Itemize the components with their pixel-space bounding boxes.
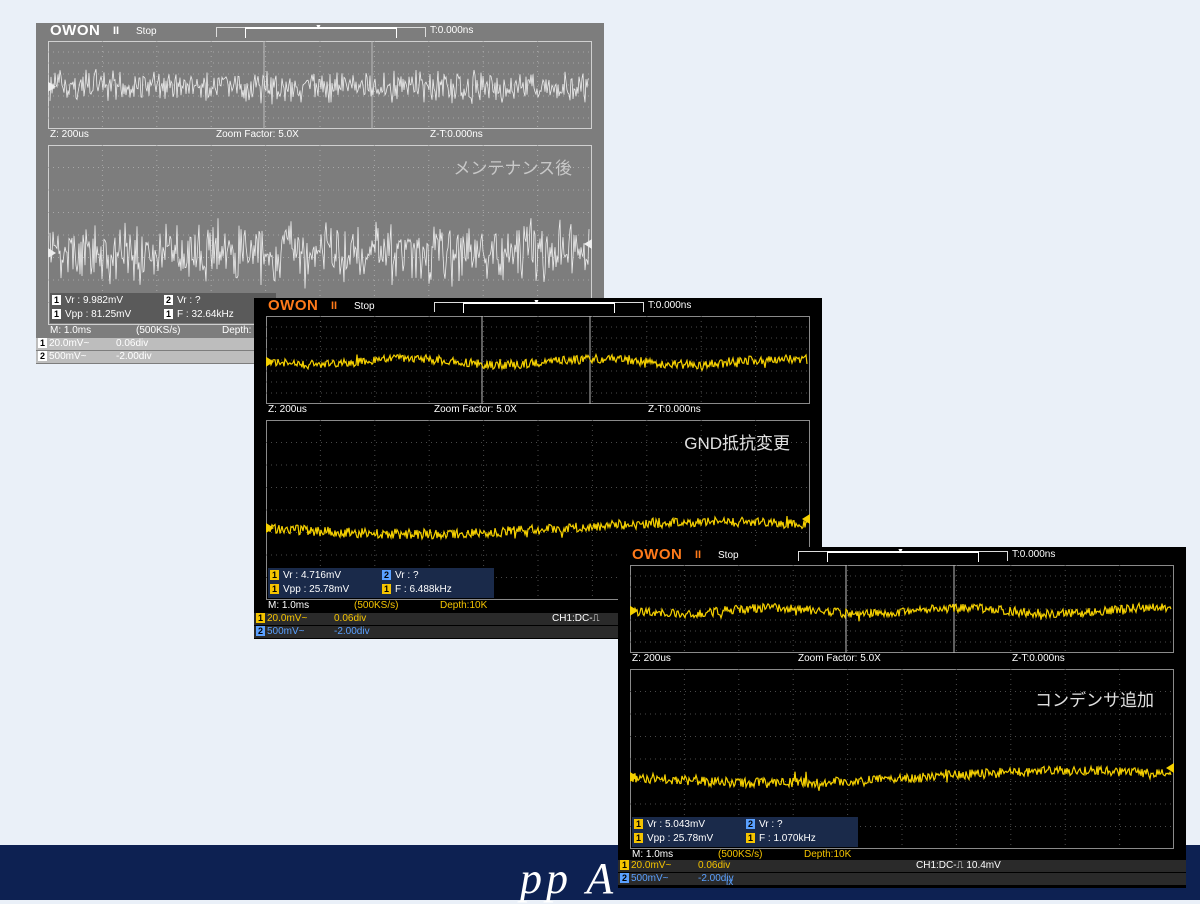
trigger-level-marker-icon [584,239,592,249]
ch1-waveform-trace [49,218,590,289]
pause-icon: II [113,25,120,37]
run-status: Stop [718,550,739,561]
main-timebase: M: 1.0ms [50,325,92,336]
measurement-panel: 1 Vr : 4.716mV 2 Vr : ? 1 Vpp : 25.78mV 1F … [268,568,494,598]
measurement-panel: 1 Vr : 9.982mV 2 Vr : ? 1 Vpp : 81.25mV 1F … [50,293,276,323]
owon-logo: OWON [632,547,683,563]
main-timebase: M: 1.0ms [268,600,310,611]
trigger-marker-icon: ▼ [315,24,322,31]
run-status: Stop [136,26,157,37]
ch1-status-row: 1 20.0mV~ 0.06div CH1:DC-⎍ 10.4mV [618,860,1186,872]
measure-vpp-ch1: 1 Vpp : 81.25mV [52,309,132,320]
main-waveform-pane [630,565,1174,653]
ch2-badge: 2 [38,351,47,361]
owon-logo: OWON [268,298,319,314]
measure-vr-ch1: 1 Vr : 4.716mV [270,570,341,581]
ch1-badge: 1 [38,338,47,348]
trigger-marker-icon: ▼ [897,548,904,555]
banner-text: pp A [520,854,618,903]
memory-depth: Depth: [222,325,252,336]
zoom-trigger-time: Z-T:0.000ns [648,404,701,415]
measure-freq-ch1: 1F : 6.488kHz [382,584,452,595]
main-timebase: M: 1.0ms [632,849,674,860]
zoom-info-line: Z: 200us Zoom Factor: 5.0X Z-T:0.000ns [632,653,1172,667]
ch1-offset: 0.06div [116,338,149,349]
memory-position-bar: ▼ [434,299,644,313]
ch1-level-marker-icon [630,605,638,616]
measure-vr-ch1: 1 Vr : 9.982mV [52,295,123,306]
pause-icon: II [695,549,702,561]
zoom-timebase: Z: 200us [268,404,307,415]
zoom-factor: Zoom Factor: 5.0X [434,404,517,415]
annotation-label: GND抵抗変更 [684,434,790,453]
zoom-factor: Zoom Factor: 5.0X [798,653,881,664]
zoom-info-line: Z: 200us Zoom Factor: 5.0X Z-T:0.000ns [268,404,808,418]
zoom-info-line: Z: 200us Zoom Factor: 5.0X Z-T:0.000ns [50,129,590,143]
trigger-time: T:0.000ns [1012,549,1056,560]
measure-vpp-ch1: 1 Vpp : 25.78mV [270,584,350,595]
main-waveform-pane [48,41,592,129]
ch2-scale: 500mV~ [631,873,669,884]
annotation-label: メンテナンス後 [453,159,572,178]
ch1-scale: 20.0mV~ [631,860,672,871]
run-status: Stop [354,301,375,312]
measure-vr-ch1: 1 Vr : 5.043mV [634,819,705,830]
scope-topbar: OWON II Stop ▼ T:0.000ns [618,547,1186,565]
owon-logo: OWON [50,23,101,39]
ch2-badge: 2 [256,626,265,636]
measure-vpp-ch1: 1 Vpp : 25.78mV [634,833,714,844]
scope-topbar: OWON II Stop ▼ T:0.000ns [36,23,604,41]
ch1-level-marker-icon [266,356,274,367]
main-waveform-pane [266,316,810,404]
ch2-offset: -2.00div [116,351,152,362]
ch1-badge: 1 [620,860,629,870]
ch2-scale: 500mV~ [49,351,87,362]
zoom-trigger-time: Z-T:0.000ns [430,129,483,140]
zoom-factor: Zoom Factor: 5.0X [216,129,299,140]
measure-freq-ch1: 1F : 1.070kHz [746,833,816,844]
trigger-time: T:0.000ns [648,300,692,311]
ch1-scale: 20.0mV~ [267,613,308,624]
ch1-scale: 20.0mV~ [49,338,90,349]
memory-position-bar: ▼ [798,548,1008,562]
ch2-badge: 2 [620,873,629,883]
oscilloscope-screenshot-capacitor-added: OWON II Stop ▼ T:0.000ns Z: 200us Zoom F… [618,547,1186,888]
ch1-offset: 0.06div [698,860,731,871]
trigger-time: T:0.000ns [430,25,474,36]
trigger-setting: CH1:DC-⎍ [552,613,600,624]
zoom-timebase: Z: 200us [632,653,671,664]
ch2-scale: 500mV~ [267,626,305,637]
zoom-timebase: Z: 200us [50,129,89,140]
scope-topbar: OWON II Stop ▼ T:0.000ns [254,298,822,316]
memory-depth: Depth:10K [804,849,852,860]
ch2-extra: ix [726,877,734,888]
trigger-marker-icon: ▼ [533,299,540,306]
annotation-label: コンデンサ追加 [1035,691,1154,710]
pane-border [48,41,592,129]
measurement-panel: 1 Vr : 5.043mV 2 Vr : ? 1 Vpp : 25.78mV 1F … [632,817,858,847]
ch2-status-row: 2 500mV~ -2.00div ix [618,873,1186,888]
ch1-waveform-trace [631,601,1172,622]
measure-vr-ch2: 2 Vr : ? [746,819,783,830]
ch1-offset: 0.06div [334,613,367,624]
sample-rate: (500KS/s) [136,325,181,336]
sample-rate: (500KS/s) [354,600,399,611]
measure-freq-ch1: 1F : 32.64kHz [164,309,234,320]
ch2-offset: -2.00div [334,626,370,637]
measure-vr-ch2: 2 Vr : ? [164,295,201,306]
memory-depth: Depth:10K [440,600,488,611]
memory-position-bar: ▼ [216,24,426,38]
ch1-badge: 1 [256,613,265,623]
zoom-trigger-time: Z-T:0.000ns [1012,653,1065,664]
pause-icon: II [331,300,338,312]
measure-vr-ch2: 2 Vr : ? [382,570,419,581]
trigger-setting: CH1:DC-⎍ 10.4mV [916,860,1001,871]
sample-rate: (500KS/s) [718,849,763,860]
